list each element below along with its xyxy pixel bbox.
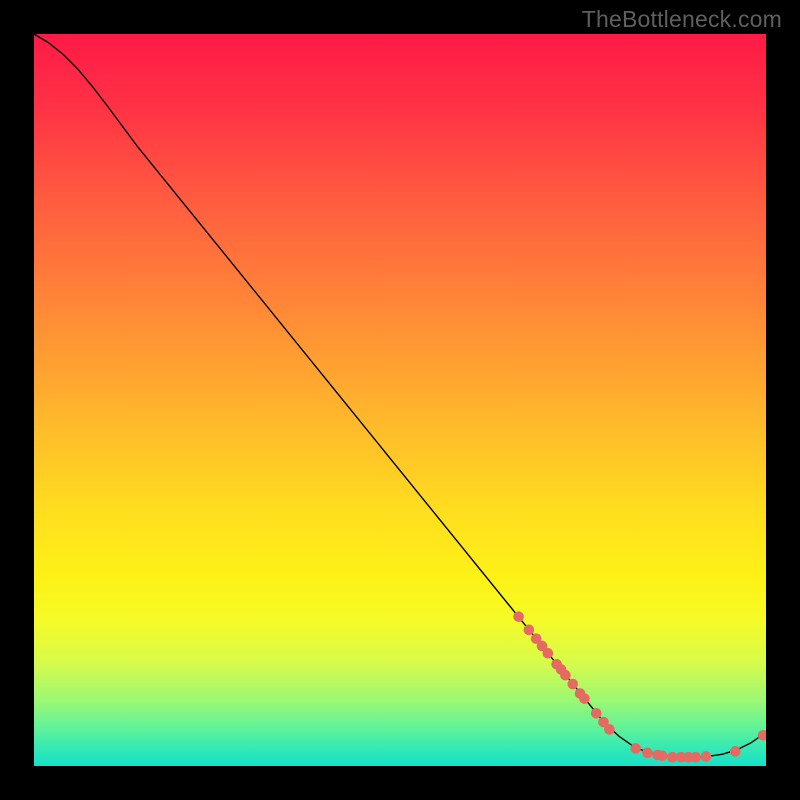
data-marker [730,746,741,757]
data-marker [579,693,590,704]
data-marker [657,750,668,761]
data-marker [591,708,602,719]
data-marker [560,670,571,681]
data-marker [642,748,653,759]
data-marker [690,752,701,763]
data-marker [604,724,615,735]
data-marker [567,679,578,690]
data-marker [524,625,535,636]
watermark-text: TheBottleneck.com [582,6,782,33]
chart-plot-area [34,34,766,766]
chart-svg [34,34,766,766]
chart-background [34,34,766,766]
data-marker [630,743,641,754]
chart-container: TheBottleneck.com [0,0,800,800]
data-marker [701,751,712,762]
data-marker [543,648,554,659]
data-marker [513,611,524,622]
